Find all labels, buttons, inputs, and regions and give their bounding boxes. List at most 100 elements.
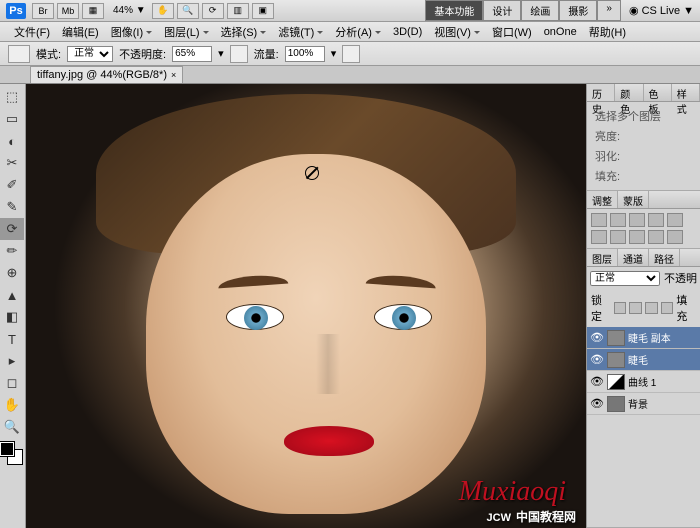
type-tool[interactable]: T	[0, 328, 24, 350]
bridge-icon[interactable]: Br	[32, 3, 54, 19]
lasso-tool[interactable]: ◐	[0, 130, 24, 152]
layer-name[interactable]: 睫毛 副本	[628, 330, 697, 345]
opacity-input[interactable]	[172, 46, 212, 62]
workspace-photography[interactable]: 摄影	[559, 0, 597, 21]
layer-row[interactable]: 👁 曲线 1	[587, 371, 700, 393]
tab-styles[interactable]: 样式	[672, 84, 700, 101]
arrange-icon[interactable]: ▥	[227, 3, 249, 19]
zoom-tool[interactable]: 🔍	[0, 416, 24, 438]
adj-icon[interactable]	[667, 230, 683, 244]
mb-icon[interactable]: Mb	[57, 3, 79, 19]
tab-history[interactable]: 历史	[587, 84, 615, 101]
menu-select[interactable]: 选择(S)	[215, 22, 273, 42]
layers-list: 👁 睫毛 副本 👁 睫毛 👁 曲线 1 👁 背景	[587, 327, 700, 415]
menu-3d[interactable]: 3D(D)	[387, 24, 428, 40]
adj-icon[interactable]	[610, 230, 626, 244]
flow-dropdown-icon[interactable]: ▾	[331, 47, 337, 60]
adj-icon[interactable]	[629, 230, 645, 244]
workspace-basic[interactable]: 基本功能	[425, 0, 483, 21]
menu-filter[interactable]: 滤镜(T)	[272, 22, 329, 42]
cslive-button[interactable]: ◉ CS Live ▼	[629, 4, 694, 17]
visibility-icon[interactable]: 👁	[590, 331, 604, 344]
eyedropper-tool[interactable]: ✐	[0, 174, 24, 196]
layer-row[interactable]: 👁 睫毛 副本	[587, 327, 700, 349]
menu-window[interactable]: 窗口(W)	[486, 22, 538, 42]
airbrush-icon[interactable]	[342, 45, 360, 63]
no-drop-cursor-icon	[305, 166, 319, 180]
lock-position-icon[interactable]	[645, 302, 658, 314]
blend-mode-select[interactable]: 正常	[67, 46, 113, 62]
tab-paths[interactable]: 路径	[649, 249, 680, 266]
color-swatches[interactable]	[0, 442, 22, 464]
tab-swatches[interactable]: 色板	[644, 84, 672, 101]
pressure-opacity-icon[interactable]	[230, 45, 248, 63]
current-tool-indicator[interactable]	[8, 45, 30, 63]
layer-thumbnail[interactable]	[607, 330, 625, 346]
hand-tool[interactable]: ✋	[0, 394, 24, 416]
layer-name[interactable]: 睫毛	[628, 352, 697, 367]
tab-title: tiffany.jpg @ 44%(RGB/8*)	[37, 69, 167, 81]
menu-onone[interactable]: onOne	[538, 24, 583, 40]
adj-icon[interactable]	[591, 230, 607, 244]
stamp-tool[interactable]: ✏	[0, 240, 24, 262]
fill-label: 填充:	[593, 166, 694, 186]
layer-thumbnail[interactable]	[607, 396, 625, 412]
foreground-color[interactable]	[0, 442, 14, 456]
layer-row[interactable]: 👁 背景	[587, 393, 700, 415]
flow-input[interactable]	[285, 46, 325, 62]
zoom-level[interactable]: 44% ▼	[113, 5, 146, 16]
dodge-tool[interactable]: ◧	[0, 306, 24, 328]
layer-row[interactable]: 👁 睫毛	[587, 349, 700, 371]
layer-thumbnail[interactable]	[607, 374, 625, 390]
workspace-more[interactable]: »	[597, 0, 621, 21]
document-tab[interactable]: tiffany.jpg @ 44%(RGB/8*) ×	[30, 66, 183, 83]
hand-icon[interactable]: ✋	[152, 3, 174, 19]
menu-image[interactable]: 图像(I)	[105, 22, 158, 42]
marquee-tool[interactable]: ▭	[0, 108, 24, 130]
menu-analysis[interactable]: 分析(A)	[329, 22, 387, 42]
adj-icon[interactable]	[648, 230, 664, 244]
tab-adjustments[interactable]: 调整	[587, 191, 618, 208]
workspace-design[interactable]: 设计	[483, 0, 521, 21]
adj-icon[interactable]	[591, 213, 607, 227]
workspace-painting[interactable]: 绘画	[521, 0, 559, 21]
tab-channels[interactable]: 通道	[618, 249, 649, 266]
tab-layers[interactable]: 图层	[587, 249, 618, 266]
tab-masks[interactable]: 蒙版	[618, 191, 649, 208]
layer-thumbnail[interactable]	[607, 352, 625, 368]
menu-help[interactable]: 帮助(H)	[583, 22, 632, 42]
zoom-icon[interactable]: 🔍	[177, 3, 199, 19]
lock-pixels-icon[interactable]	[629, 302, 642, 314]
eraser-tool[interactable]: ⊕	[0, 262, 24, 284]
menu-view[interactable]: 视图(V)	[428, 22, 486, 42]
menu-edit[interactable]: 编辑(E)	[56, 22, 105, 42]
move-tool[interactable]: ⬚	[0, 86, 24, 108]
screen-mode-icon[interactable]: ▣	[252, 3, 274, 19]
crop-tool[interactable]: ✂	[0, 152, 24, 174]
gradient-tool[interactable]: ▲	[0, 284, 24, 306]
tab-close-icon[interactable]: ×	[171, 70, 176, 80]
lock-transparent-icon[interactable]	[614, 302, 627, 314]
menu-file[interactable]: 文件(F)	[8, 22, 56, 42]
opacity-dropdown-icon[interactable]: ▾	[218, 47, 224, 60]
pen-tool[interactable]: ▸	[0, 350, 24, 372]
lock-all-icon[interactable]	[661, 302, 674, 314]
layer-blend-mode[interactable]: 正常	[590, 271, 660, 286]
brush-tool[interactable]: ⟳	[0, 218, 24, 240]
visibility-icon[interactable]: 👁	[590, 375, 604, 388]
layer-name[interactable]: 背景	[628, 396, 697, 411]
canvas[interactable]: Muxiaoqi JCW 中国教程网	[26, 84, 586, 528]
layer-name[interactable]: 曲线 1	[628, 374, 697, 389]
adj-icon[interactable]	[648, 213, 664, 227]
adj-icon[interactable]	[629, 213, 645, 227]
tab-color[interactable]: 颜色	[615, 84, 643, 101]
healing-tool[interactable]: ✎	[0, 196, 24, 218]
menu-layer[interactable]: 图层(L)	[158, 22, 214, 42]
visibility-icon[interactable]: 👁	[590, 353, 604, 366]
shape-tool[interactable]: ◻	[0, 372, 24, 394]
adj-icon[interactable]	[610, 213, 626, 227]
rotate-icon[interactable]: ⟳	[202, 3, 224, 19]
visibility-icon[interactable]: 👁	[590, 397, 604, 410]
adj-icon[interactable]	[667, 213, 683, 227]
grid-icon[interactable]: ▦	[82, 3, 104, 19]
